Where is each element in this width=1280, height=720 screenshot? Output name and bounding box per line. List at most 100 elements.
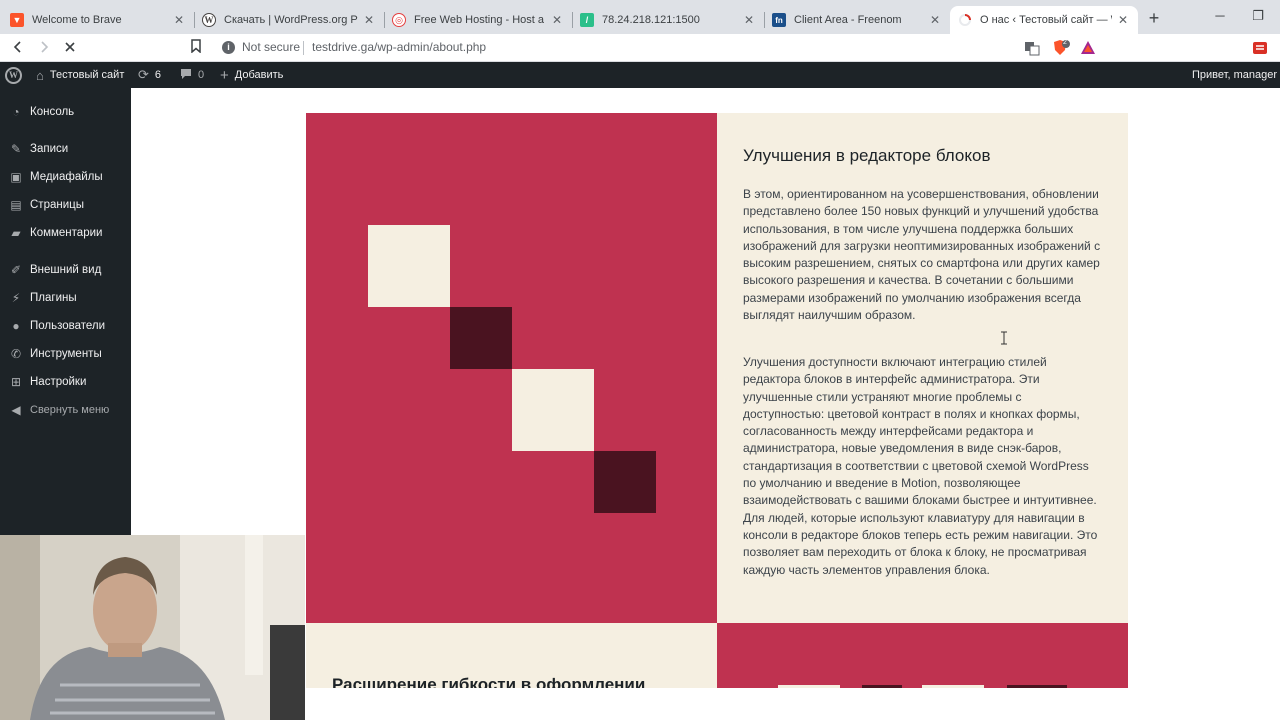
users-icon: ● <box>12 319 20 333</box>
sidebar-item-label: Консоль <box>30 106 75 118</box>
000webhost-icon: ◎ <box>392 13 406 27</box>
collapse-menu-label: Свернуть меню <box>30 404 110 416</box>
divider <box>303 41 304 55</box>
tab-title: 78.24.218.121:1500 <box>602 14 700 26</box>
site-name: Тестовый сайт <box>49 69 125 81</box>
restore-icon[interactable]: ❐ <box>1248 8 1268 24</box>
sidebar-item-label: Настройки <box>30 376 87 388</box>
loading-spinner-icon <box>958 13 972 27</box>
wp-admin-bar: W ⌂ Тестовый сайт ⟳ 6 0 + Добавить Приве… <box>0 62 1280 88</box>
illustration-square-light <box>922 685 984 688</box>
wp-logo-menu[interactable]: W <box>5 62 22 88</box>
close-icon[interactable]: ✕ <box>742 13 756 27</box>
sidebar-item-label: Внешний вид <box>30 264 102 276</box>
add-new-label: Добавить <box>234 69 284 81</box>
sidebar-item-label: Комментарии <box>30 227 103 239</box>
sidebar-item-comments[interactable]: ▰ Комментарии <box>0 219 131 247</box>
security-status[interactable]: Not secure <box>242 40 300 54</box>
brave-rewards-icon[interactable] <box>1080 40 1096 56</box>
close-icon[interactable]: ✕ <box>172 13 186 27</box>
sidebar-item-tools[interactable]: ✆ Инструменты <box>0 340 131 368</box>
brush-icon: ✐ <box>10 263 22 277</box>
tab-title: Free Web Hosting - Host a Website <box>414 14 546 26</box>
address-bar[interactable]: i Not secure testdrive.ga/wp-admin/about… <box>214 36 1102 60</box>
media-icon: ▣ <box>10 170 22 184</box>
sidebar-item-label: Записи <box>30 143 69 155</box>
minimize-icon[interactable]: ─ <box>1210 8 1230 23</box>
feature-heading: Улучшения в редакторе блоков <box>743 146 991 165</box>
browser-tab-3[interactable]: / 78.24.218.121:1500 ✕ <box>572 6 764 34</box>
collapse-menu-button[interactable]: ◀ Свернуть меню <box>0 396 131 424</box>
sidebar-item-users[interactable]: ● Пользователи <box>0 312 131 340</box>
close-icon[interactable]: ✕ <box>550 13 564 27</box>
shield-count: 2 <box>1063 39 1067 46</box>
sidebar-item-label: Страницы <box>30 199 84 211</box>
sidebar-item-pages[interactable]: ▤ Страницы <box>0 191 131 219</box>
browser-tab-0[interactable]: ▼ Welcome to Brave ✕ <box>2 6 194 34</box>
browser-tab-2[interactable]: ◎ Free Web Hosting - Host a Website ✕ <box>384 6 572 34</box>
add-new-link[interactable]: + Добавить <box>220 62 283 88</box>
info-icon[interactable]: i <box>222 41 235 54</box>
settings-icon: ⊞ <box>10 375 22 389</box>
sidebar-item-plugins[interactable]: ⚡ Плагины <box>0 284 131 312</box>
illustration-square-dark <box>862 685 902 688</box>
translate-icon[interactable] <box>1024 40 1040 56</box>
illustration-square-dark <box>450 307 512 369</box>
browser-tab-strip: ▼ Welcome to Brave ✕ W Скачать | WordPre… <box>0 0 1280 34</box>
forward-button[interactable] <box>34 38 54 58</box>
brave-icon: ▼ <box>10 13 24 27</box>
browser-tab-5-active[interactable]: О нас ‹ Тестовый сайт — WordPress ✕ <box>950 6 1138 34</box>
illustration-square-dark <box>1007 685 1067 688</box>
sidebar-item-media[interactable]: ▣ Медиафайлы <box>0 163 131 191</box>
sidebar-item-label: Плагины <box>30 292 77 304</box>
browser-tab-1[interactable]: W Скачать | WordPress.org Русский ✕ <box>194 6 384 34</box>
next-feature-heading: Расширение гибкости в оформлении <box>332 675 646 688</box>
page-icon: ▤ <box>10 198 22 212</box>
freenom-icon: fn <box>772 13 786 27</box>
my-account-link[interactable]: Привет, manager <box>1192 62 1277 88</box>
brave-shields-icon[interactable]: 2 <box>1052 39 1070 56</box>
ispmanager-icon: / <box>580 13 594 27</box>
close-icon[interactable]: ✕ <box>1116 13 1130 27</box>
illustration-square-light <box>368 225 450 307</box>
webcam-overlay <box>0 535 305 720</box>
wrench-icon: ✆ <box>10 347 22 361</box>
sidebar-item-label: Инструменты <box>30 348 102 360</box>
feature-paragraph: Улучшения доступности включают интеграци… <box>743 355 1098 577</box>
tab-title: Welcome to Brave <box>32 14 122 26</box>
next-feature-text-panel: Расширение гибкости в оформлении <box>306 623 717 688</box>
presenter-video <box>0 535 305 720</box>
comments-link[interactable]: 0 <box>180 62 204 88</box>
sidebar-item-posts[interactable]: ✎ Записи <box>0 135 131 163</box>
comment-icon <box>180 68 192 83</box>
tab-title: Скачать | WordPress.org Русский <box>224 14 358 26</box>
stop-loading-button[interactable] <box>60 38 80 58</box>
next-feature-illustration-panel <box>717 623 1128 688</box>
home-icon: ⌂ <box>36 67 44 83</box>
refresh-icon: ⟳ <box>138 67 149 82</box>
wordpress-logo-icon: W <box>5 66 22 84</box>
text-cursor-icon <box>1001 331 1007 345</box>
dashboard-icon: ◔ <box>12 105 20 119</box>
back-button[interactable] <box>8 38 28 58</box>
sidebar-item-label: Медиафайлы <box>30 171 103 183</box>
illustration-square-light <box>512 369 594 451</box>
sidebar-item-appearance[interactable]: ✐ Внешний вид <box>0 256 131 284</box>
new-tab-button[interactable]: + <box>1145 9 1163 27</box>
sidebar-item-label: Пользователи <box>30 320 106 332</box>
browser-toolbar: i Not secure testdrive.ga/wp-admin/about… <box>0 34 1280 62</box>
greeting-text: Привет, manager <box>1192 69 1277 81</box>
bookmark-icon[interactable] <box>186 38 206 58</box>
extension-icon[interactable] <box>1252 40 1268 56</box>
comment-icon: ▰ <box>11 226 21 240</box>
sidebar-item-settings[interactable]: ⊞ Настройки <box>0 368 131 396</box>
close-icon[interactable]: ✕ <box>928 13 942 27</box>
site-name-link[interactable]: ⌂ Тестовый сайт <box>36 62 124 88</box>
illustration-square-light <box>778 685 840 688</box>
sidebar-item-dashboard[interactable]: ◔ Консоль <box>0 98 131 126</box>
close-icon[interactable]: ✕ <box>362 13 376 27</box>
updates-link[interactable]: ⟳ 6 <box>138 62 161 88</box>
pin-icon: ✎ <box>10 142 22 156</box>
browser-tab-4[interactable]: fn Client Area - Freenom ✕ <box>764 6 950 34</box>
url-text[interactable]: testdrive.ga/wp-admin/about.php <box>312 40 486 54</box>
